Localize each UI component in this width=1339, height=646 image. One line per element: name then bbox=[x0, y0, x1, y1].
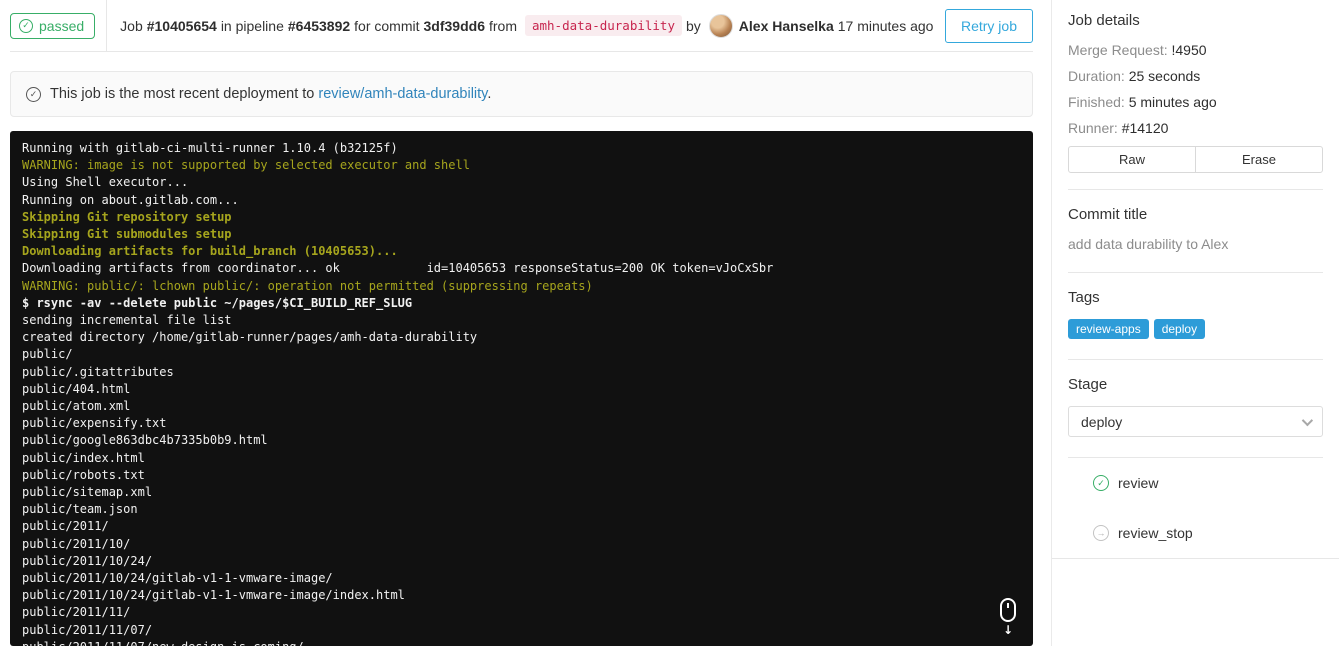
log-line: public/2011/11/07/new-design-is-coming/ bbox=[22, 639, 1021, 646]
detail-value: !4950 bbox=[1171, 42, 1207, 58]
author-name[interactable]: Alex Hanselka bbox=[739, 18, 834, 34]
log-line: public/ bbox=[22, 347, 73, 362]
build-item-review_stop[interactable]: → review_stop bbox=[1052, 508, 1339, 558]
job-id: #10405654 bbox=[146, 17, 217, 34]
log-line: Running with gitlab-ci-multi-runner 1.10… bbox=[22, 141, 398, 155]
detail-value: 25 seconds bbox=[1128, 68, 1201, 84]
tag-badge[interactable]: review-apps bbox=[1068, 319, 1149, 339]
deployment-notice: This job is the most recent deployment t… bbox=[10, 71, 1033, 117]
commit-title-block: Commit title add data durability to Alex bbox=[1068, 190, 1323, 273]
header-divider bbox=[106, 0, 108, 51]
log-line: created directory /home/gitlab-runner/pa… bbox=[22, 330, 478, 345]
erase-button[interactable]: Erase bbox=[1195, 146, 1323, 173]
tag-list: review-apps deploy bbox=[1068, 319, 1323, 339]
log-line: public/2011/11/07/ bbox=[22, 622, 153, 637]
tags-heading: Tags bbox=[1068, 289, 1100, 306]
job-detail-row: Merge Request: !4950 bbox=[1068, 42, 1323, 58]
from-word: from bbox=[488, 17, 517, 34]
status-label: passed bbox=[39, 17, 85, 34]
scroll-down-control[interactable]: ↓ bbox=[996, 598, 1020, 636]
job-header: passed Job #10405654 in pipeline #645389… bbox=[10, 0, 1033, 52]
job-log-lines: Running with gitlab-ci-multi-runner 1.10… bbox=[22, 140, 1021, 646]
log-line: Downloading artifacts from coordinator..… bbox=[22, 261, 774, 276]
log-actions: Raw Erase bbox=[1068, 146, 1323, 173]
log-line: public/team.json bbox=[22, 502, 138, 517]
log-line: public/2011/10/24/gitlab-v1-1-vmware-ima… bbox=[22, 571, 333, 586]
log-line: Skipping Git repository setup bbox=[22, 209, 232, 224]
log-line: Using Shell executor... bbox=[22, 175, 189, 190]
log-line: public/2011/ bbox=[22, 519, 109, 534]
job-sidebar: Job details Merge Request: !4950 Duration… bbox=[1051, 0, 1339, 646]
check-circle-icon bbox=[26, 86, 41, 102]
log-line: public/.gitattributes bbox=[22, 364, 174, 379]
check-circle-icon: ✓ bbox=[1093, 475, 1109, 491]
pipeline-id-link[interactable]: #6453892 bbox=[288, 18, 350, 34]
arrow-down-icon: ↓ bbox=[1002, 623, 1014, 637]
detail-label: Runner: bbox=[1068, 120, 1118, 136]
log-line: Skipping Git submodules setup bbox=[22, 227, 232, 242]
chevron-down-icon bbox=[1301, 414, 1314, 426]
notice-suffix: . bbox=[487, 86, 492, 102]
author-avatar[interactable] bbox=[708, 13, 733, 38]
detail-label: Duration: bbox=[1068, 68, 1125, 84]
log-line: public/sitemap.xml bbox=[22, 485, 153, 500]
raw-button[interactable]: Raw bbox=[1068, 146, 1196, 173]
log-line: public/google863dbc4b7335b0b9.html bbox=[22, 433, 268, 448]
stage-selected-value: deploy bbox=[1081, 413, 1123, 430]
build-name: review_stop bbox=[1118, 525, 1193, 541]
tags-block: Tags review-apps deploy bbox=[1068, 273, 1323, 360]
detail-label: Merge Request: bbox=[1068, 42, 1168, 58]
log-line: Downloading artifacts for build_branch (… bbox=[22, 244, 398, 259]
retry-job-button[interactable]: Retry job bbox=[944, 8, 1033, 43]
status-badge[interactable]: passed bbox=[10, 12, 96, 39]
branch-ref-badge[interactable]: amh-data-durability bbox=[524, 15, 682, 36]
arrow-right-circle-icon: → bbox=[1093, 525, 1109, 541]
job-detail-row: Runner: #14120 bbox=[1068, 120, 1323, 136]
by-word: by bbox=[685, 17, 701, 34]
in-pipeline-word: in pipeline bbox=[220, 17, 284, 34]
environment-link[interactable]: review/amh-data-durability bbox=[318, 86, 487, 102]
stage-heading: Stage bbox=[1068, 376, 1108, 393]
job-word: Job bbox=[120, 17, 143, 34]
tag-badge[interactable]: deploy bbox=[1153, 319, 1206, 339]
detail-label: Finished: bbox=[1068, 94, 1125, 110]
stage-block: Stage deploy bbox=[1068, 360, 1323, 458]
job-detail-row: Duration: 25 seconds bbox=[1068, 68, 1323, 84]
log-line: public/robots.txt bbox=[22, 467, 145, 482]
log-line: public/atom.xml bbox=[22, 399, 131, 414]
commit-title-text: add data durability to Alex bbox=[1068, 236, 1229, 252]
detail-value: 5 minutes ago bbox=[1128, 94, 1217, 110]
log-line: $ rsync -av --delete public ~/pages/$CI_… bbox=[22, 295, 413, 310]
log-line: sending incremental file list bbox=[22, 313, 232, 328]
time-ago: 17 minutes ago bbox=[837, 17, 934, 34]
job-details-block: Job details Merge Request: !4950 Duration… bbox=[1068, 0, 1323, 190]
log-line: Running on about.gitlab.com... bbox=[22, 192, 239, 207]
sidebar-title: Job details bbox=[1068, 12, 1140, 29]
log-line: public/2011/10/24/ bbox=[22, 553, 153, 568]
build-name: review bbox=[1118, 475, 1159, 491]
log-line: public/index.html bbox=[22, 450, 145, 465]
for-commit-word: for commit bbox=[354, 17, 420, 34]
log-line: public/2011/11/ bbox=[22, 605, 131, 620]
log-line: public/expensify.txt bbox=[22, 416, 167, 431]
log-line: public/2011/10/ bbox=[22, 536, 131, 551]
detail-value: #14120 bbox=[1121, 120, 1169, 136]
mouse-scroll-down-icon bbox=[1000, 598, 1016, 622]
commit-sha-link[interactable]: 3df39dd6 bbox=[424, 18, 485, 34]
check-circle-icon bbox=[19, 18, 33, 33]
stage-builds-list: ✓ review → review_stop bbox=[1052, 458, 1339, 559]
build-item-review[interactable]: ✓ review bbox=[1052, 458, 1339, 508]
log-line: WARNING: image is not supported by selec… bbox=[22, 158, 470, 173]
job-log: Running with gitlab-ci-multi-runner 1.10… bbox=[10, 131, 1033, 646]
stage-select[interactable]: deploy bbox=[1068, 406, 1323, 437]
commit-title-heading: Commit title bbox=[1068, 206, 1148, 223]
job-details-list: Merge Request: !4950 Duration: 25 seconds… bbox=[1068, 42, 1323, 136]
log-line: WARNING: public/: lchown public/: operat… bbox=[22, 278, 593, 293]
log-line: public/2011/10/24/gitlab-v1-1-vmware-ima… bbox=[22, 588, 405, 603]
job-detail-row: Finished: 5 minutes ago bbox=[1068, 94, 1323, 110]
log-line: public/404.html bbox=[22, 381, 131, 396]
notice-text: This job is the most recent deployment t… bbox=[50, 86, 315, 102]
job-page-main: passed Job #10405654 in pipeline #645389… bbox=[10, 0, 1033, 646]
